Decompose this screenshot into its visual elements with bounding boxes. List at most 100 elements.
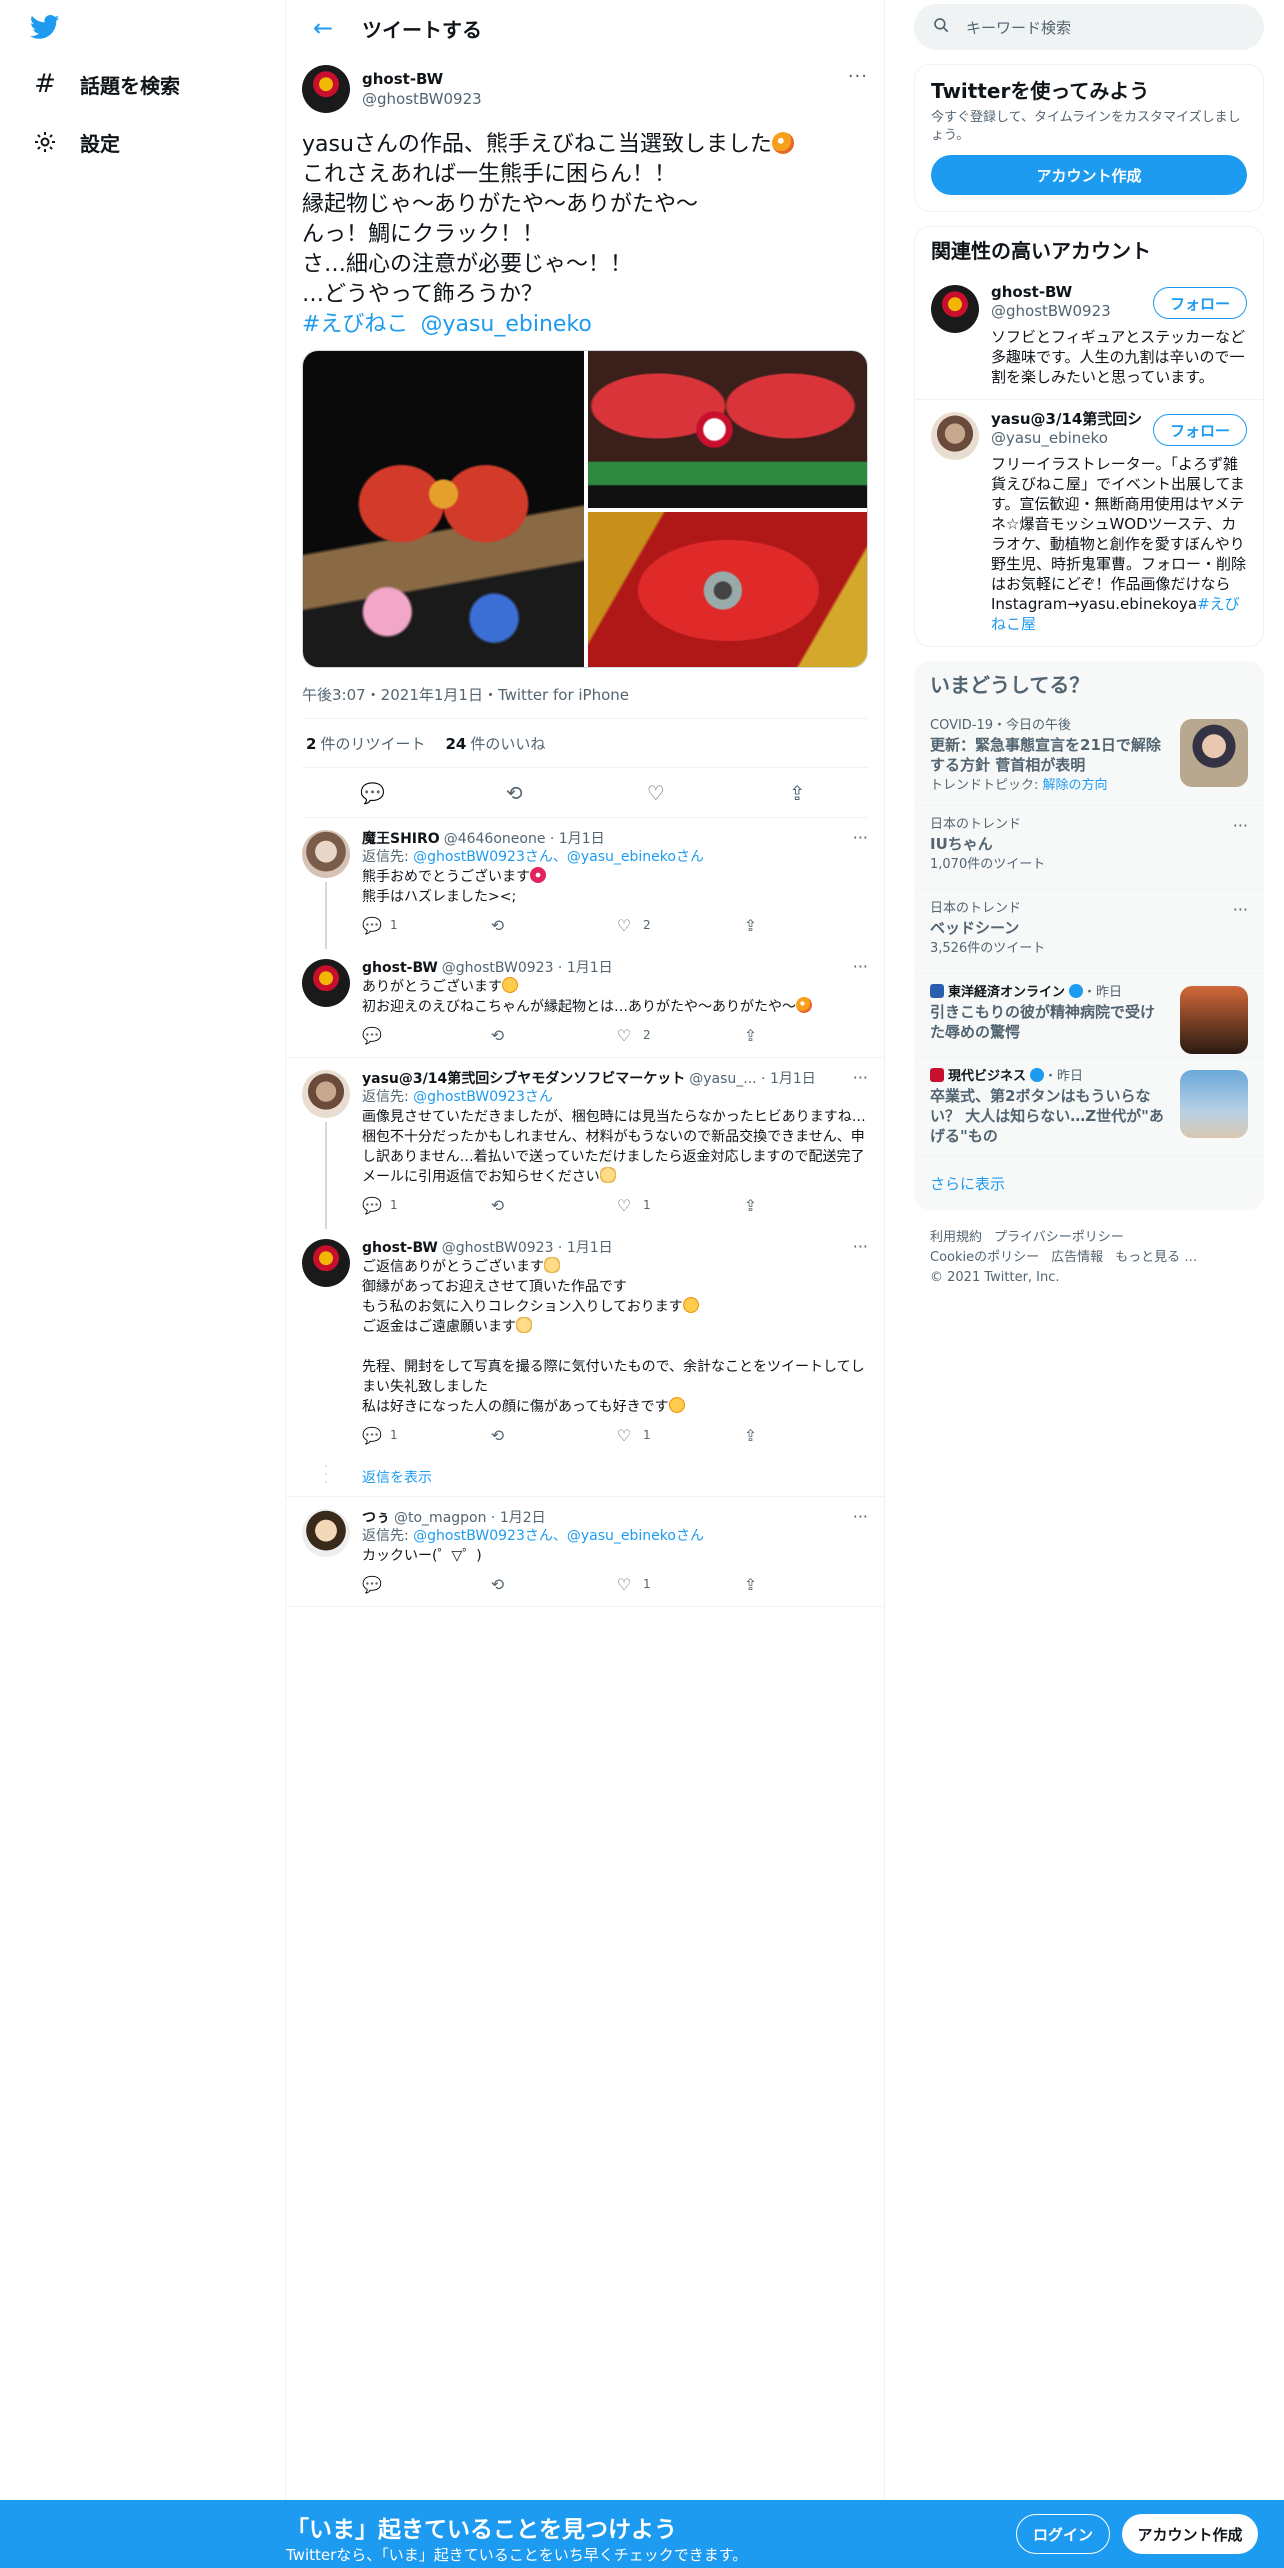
like-button[interactable]: ♡ 1 (615, 1196, 742, 1215)
avatar[interactable] (302, 959, 350, 1007)
show-more-link[interactable]: さらに表示 (914, 1156, 1264, 1210)
reply-to-link[interactable]: @ghostBW0923さん (413, 1089, 553, 1105)
trend-item[interactable]: COVID-19・今日の午後 更新：緊急事態宣言を21日で解除する方針 菅首相が… (914, 707, 1264, 805)
footer-link-terms[interactable]: 利用規約 (930, 1230, 982, 1245)
footer-link-more[interactable]: もっと見る … (1115, 1250, 1197, 1265)
reply-author-handle[interactable]: @4646oneone (444, 831, 546, 847)
reply-tweet[interactable]: ghost-BW @ghostBW0923 · 1月1日 ··· ありがとうござい… (286, 947, 884, 1058)
footer-link-cookie[interactable]: Cookieのポリシー (930, 1250, 1039, 1265)
reply-author-handle[interactable]: @to_magpon (394, 1510, 486, 1526)
reply-tweet[interactable]: つぅ @to_magpon · 1月2日 ··· 返信先: @ghostBW092… (286, 1497, 884, 1607)
search-box[interactable]: キーワード検索 (914, 4, 1264, 50)
share-button[interactable]: ⇪ (742, 1575, 869, 1594)
reply-button[interactable]: 💬 1 (362, 1196, 489, 1215)
author-handle[interactable]: @ghostBW0923 (362, 89, 482, 109)
related-account[interactable]: yasu@3/14第弐回シ... @yasu_ebineko フォロー フリーイ… (915, 399, 1263, 646)
avatar[interactable] (931, 285, 979, 333)
like-button[interactable]: ♡ 1 (615, 1575, 742, 1594)
reply-author-handle[interactable]: @ghostBW0923 (442, 1240, 554, 1256)
reply-author-name[interactable]: 魔王SHIRO (362, 831, 440, 847)
reply-date[interactable]: 1月1日 (567, 1240, 613, 1256)
hashtag-link[interactable]: #えびねこ (302, 312, 408, 337)
nav-explore[interactable]: # 話題を検索 (28, 64, 180, 104)
avatar[interactable] (302, 1239, 350, 1287)
news-item[interactable]: 東洋経済オンライン ・昨日 引きこもりの彼が精神病院で受けた辱めの驚愕 (914, 973, 1264, 1057)
reply-to-link[interactable]: @ghostBW0923さん、@yasu_ebinekoさん (413, 1528, 704, 1544)
like-button[interactable]: ♡ 2 (615, 1026, 742, 1045)
retweet-button[interactable]: ⟲ (489, 1026, 616, 1045)
reply-tweet[interactable]: yasu@3/14第弐回シブヤモダンソフビマーケット @yasu_... · 1月… (286, 1058, 884, 1229)
like-icon[interactable]: ♡ (639, 776, 673, 810)
share-button[interactable]: ⇪ (742, 916, 869, 935)
reply-author-name[interactable]: yasu@3/14第弐回シブヤモダンソフビマーケット (362, 1071, 685, 1087)
twitter-bird-logo-icon[interactable] (28, 12, 62, 42)
reply-button[interactable]: 💬 1 (362, 916, 489, 935)
reply-button[interactable]: 💬 (362, 1026, 489, 1045)
avatar[interactable] (302, 65, 350, 113)
mention-link[interactable]: @yasu_ebineko (420, 312, 591, 337)
reply-author-handle[interactable]: @yasu_... (689, 1071, 756, 1087)
more-options-icon[interactable]: ··· (1233, 816, 1248, 835)
login-button[interactable]: ログイン (1016, 2514, 1110, 2554)
author-name[interactable]: ghost-BW (362, 69, 482, 89)
back-arrow-icon[interactable]: ← (306, 11, 340, 45)
tweet-photo[interactable] (588, 512, 867, 667)
retweet-icon[interactable]: ⟲ (497, 776, 531, 810)
share-button[interactable]: ⇪ (742, 1196, 869, 1215)
reply-tweet[interactable]: 魔王SHIRO @4646oneone · 1月1日 ··· 返信先: @ghos… (286, 818, 884, 949)
retweet-button[interactable]: ⟲ (489, 916, 616, 935)
related-account[interactable]: ghost-BW @ghostBW0923 フォロー ソフビとフィギュアとステッ… (915, 273, 1263, 399)
news-item[interactable]: 現代ビジネス ・昨日 卒業式、第2ボタンはもういらない？ 大人は知らない…Z世代が… (914, 1057, 1264, 1156)
like-button[interactable]: ♡ 2 (615, 916, 742, 935)
reply-author-name[interactable]: ghost-BW (362, 960, 438, 976)
reply-button[interactable]: 💬 1 (362, 1426, 489, 1445)
tweet-photo[interactable] (303, 351, 584, 667)
tweet-meta[interactable]: 午後3:07・2021年1月1日・Twitter for iPhone (302, 684, 868, 704)
more-options-icon[interactable]: ··· (853, 1237, 868, 1256)
like-button[interactable]: ♡ 1 (615, 1426, 742, 1445)
nav-settings[interactable]: 設定 (28, 122, 120, 162)
more-options-icon[interactable]: ··· (853, 828, 868, 847)
trend-item[interactable]: 日本のトレンド ベッドシーン 3,526件のツイート ··· (914, 889, 1264, 973)
reply-button[interactable]: 💬 (362, 1575, 489, 1594)
avatar[interactable] (302, 1070, 350, 1118)
footer-link-ads[interactable]: 広告情報 (1051, 1250, 1103, 1265)
create-account-button[interactable]: アカウント作成 (931, 155, 1247, 195)
trend-topic-link[interactable]: 解除の方向 (1043, 778, 1108, 793)
avatar[interactable] (302, 1509, 350, 1557)
reply-date[interactable]: 1月1日 (559, 831, 605, 847)
reply-tweet[interactable]: ghost-BW @ghostBW0923 · 1月1日 ··· ご返信ありがとう… (286, 1227, 884, 1457)
avatar[interactable] (931, 412, 979, 460)
show-replies-link[interactable]: · · · 返信を表示 (286, 1457, 884, 1497)
share-icon[interactable]: ⇪ (780, 776, 814, 810)
avatar[interactable] (302, 830, 350, 878)
reply-author-handle[interactable]: @ghostBW0923 (442, 960, 554, 976)
show-replies-label[interactable]: 返信を表示 (362, 1467, 432, 1487)
more-options-icon[interactable]: ··· (853, 1068, 868, 1087)
more-options-icon[interactable]: ··· (853, 1507, 868, 1526)
account-name[interactable]: yasu@3/14第弐回シ... (991, 410, 1141, 429)
retweet-count[interactable]: 2 件のリツイート (306, 733, 425, 754)
footer-link-privacy[interactable]: プライバシーポリシー (994, 1230, 1124, 1245)
like-count[interactable]: 24 件のいいね (445, 733, 545, 754)
more-options-icon[interactable]: ··· (848, 66, 868, 87)
more-options-icon[interactable]: ··· (853, 957, 868, 976)
signup-button[interactable]: アカウント作成 (1122, 2514, 1258, 2554)
trend-item[interactable]: 日本のトレンド IUちゃん 1,070件のツイート ··· (914, 805, 1264, 889)
reply-date[interactable]: 1月1日 (567, 960, 613, 976)
share-button[interactable]: ⇪ (742, 1426, 869, 1445)
follow-button[interactable]: フォロー (1152, 414, 1247, 446)
reply-author-name[interactable]: つぅ (362, 1510, 390, 1526)
tweet-photo[interactable] (588, 351, 867, 508)
follow-button[interactable]: フォロー (1152, 287, 1247, 319)
reply-date[interactable]: 1月1日 (770, 1071, 816, 1087)
account-name[interactable]: ghost-BW (991, 283, 1141, 302)
more-options-icon[interactable]: ··· (1233, 900, 1248, 919)
search-input[interactable]: キーワード検索 (966, 17, 1071, 38)
reply-date[interactable]: 1月2日 (500, 1510, 546, 1526)
retweet-button[interactable]: ⟲ (489, 1426, 616, 1445)
reply-icon[interactable]: 💬 (356, 776, 390, 810)
share-button[interactable]: ⇪ (742, 1026, 869, 1045)
retweet-button[interactable]: ⟲ (489, 1196, 616, 1215)
reply-to-link[interactable]: @ghostBW0923さん、@yasu_ebinekoさん (413, 849, 704, 865)
